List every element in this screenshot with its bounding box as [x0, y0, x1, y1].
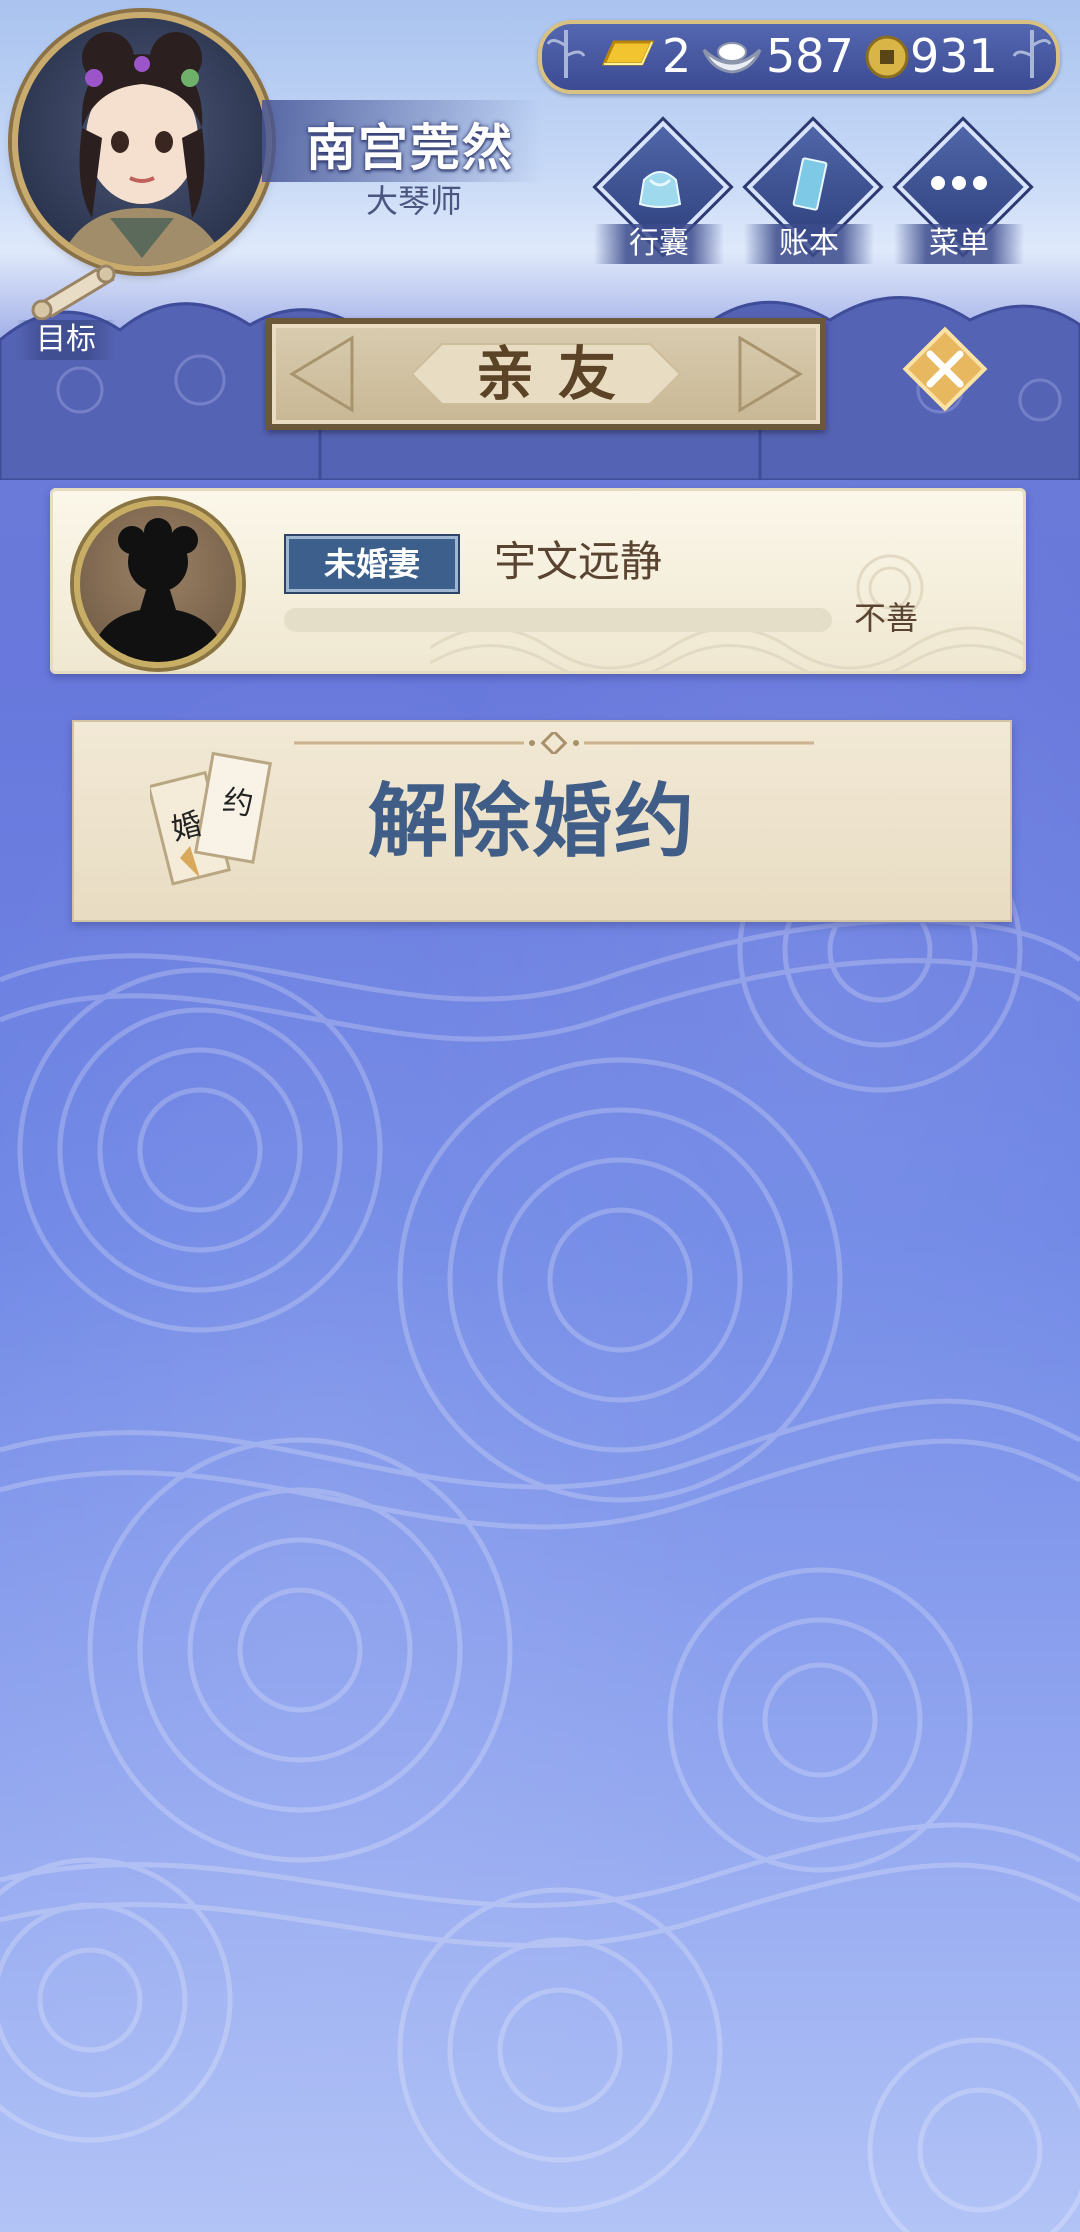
gold-amount: 2 — [662, 29, 692, 83]
page-title: 亲友 — [475, 340, 640, 408]
marriage-contract-icon: 婚 约 — [150, 751, 272, 886]
player-avatar[interactable] — [12, 12, 272, 272]
player-title: 大琴师 — [366, 182, 463, 220]
friend-name: 宇文远静 — [494, 537, 663, 586]
bag-button[interactable]: 行囊 — [594, 120, 730, 264]
close-icon — [902, 326, 988, 412]
menu-label: 菜单 — [894, 224, 1024, 264]
bamboo-left-icon — [546, 30, 586, 78]
close-button[interactable] — [900, 324, 990, 414]
scroll-icon — [31, 264, 116, 321]
affinity-bar — [284, 608, 832, 632]
ledger-icon — [792, 157, 828, 211]
contract-char-2: 约 — [220, 783, 256, 823]
silhouette-icon — [90, 518, 226, 662]
affinity-label: 不善 — [854, 599, 919, 637]
cancel-engagement-label: 解除婚约 — [368, 775, 696, 868]
bag-label: 行囊 — [594, 224, 724, 264]
relation-badge: 未婚妻 — [286, 536, 458, 592]
more-dots-icon — [931, 176, 987, 190]
page-title-banner: 亲友 — [266, 318, 826, 430]
player-name: 南宫莞然 — [306, 119, 514, 177]
silver-ingot-icon — [702, 42, 762, 74]
silver-amount: 587 — [766, 29, 854, 83]
bag-icon — [638, 171, 682, 208]
target-label: 目标 — [16, 320, 116, 360]
friend-avatar — [74, 500, 242, 668]
menu-button[interactable]: 菜单 — [894, 120, 1030, 264]
copper-coin-icon — [865, 35, 909, 79]
gold-bar-icon — [601, 40, 655, 66]
ledger-button[interactable]: 账本 — [744, 120, 880, 264]
coin-amount: 931 — [910, 29, 998, 83]
card-divider-ornament — [294, 732, 814, 754]
character-portrait-icon — [58, 32, 226, 266]
bamboo-right-icon — [1012, 30, 1052, 78]
target-button[interactable]: 目标 — [16, 262, 126, 362]
ledger-label: 账本 — [744, 224, 874, 264]
